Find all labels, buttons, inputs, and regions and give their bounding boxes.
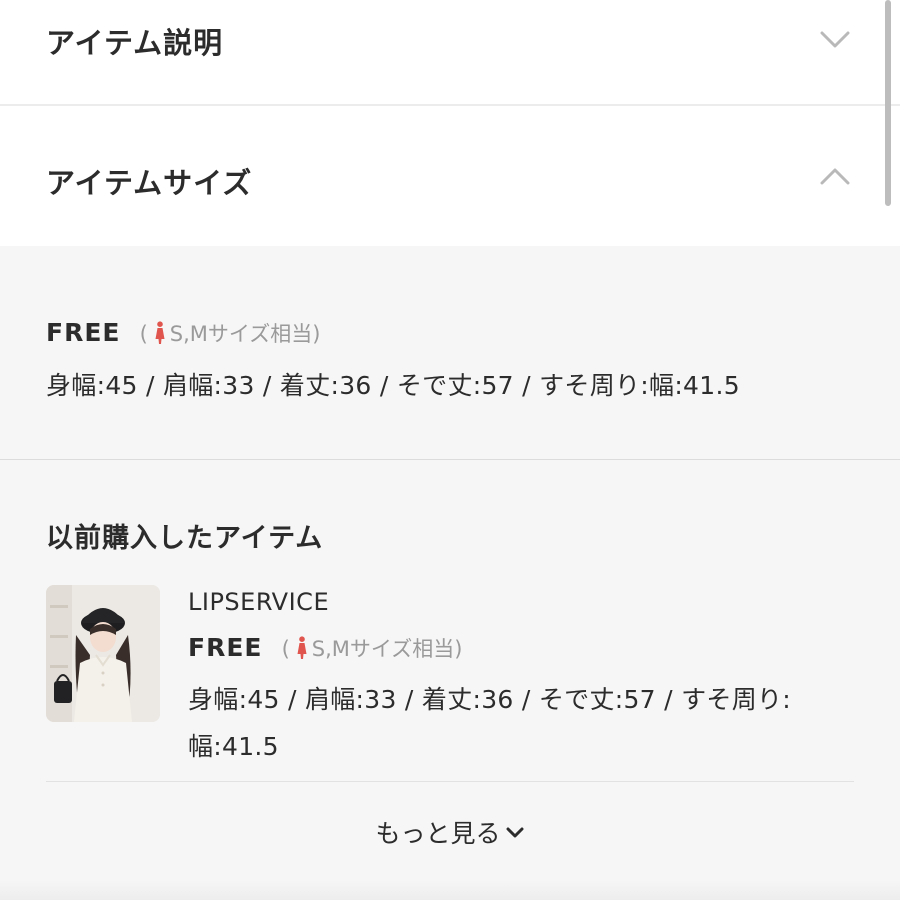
chevron-down-icon: [506, 827, 523, 838]
product-photo: [46, 585, 160, 722]
size-equivalent: (S,Mサイズ相当): [139, 321, 321, 346]
accordion-title-size: アイテムサイズ: [46, 166, 253, 200]
product-brand: LIPSERVICE: [188, 588, 330, 616]
product-measurements-line2: 幅:41.5: [188, 732, 279, 761]
size-label-row: FREE (S,Mサイズ相当): [46, 318, 320, 348]
product-thumbnail[interactable]: [46, 585, 160, 722]
show-more-link[interactable]: もっと見る: [0, 814, 900, 850]
person-icon: [297, 636, 307, 659]
product-measurements-line1: 身幅:45 / 肩幅:33 / 着丈:36 / そで丈:57 / すそ周り:: [188, 685, 792, 714]
product-size-row: FREE (S,Mサイズ相当): [188, 633, 462, 663]
scrollbar[interactable]: [885, 0, 891, 206]
accordion-item-size[interactable]: アイテムサイズ: [0, 108, 900, 246]
chevron-down-icon: [820, 31, 850, 48]
show-more-label: もっと見る: [375, 819, 501, 848]
divider: [0, 459, 900, 460]
size-panel: FREE (S,Mサイズ相当) 身幅:45 / 肩幅:33 / 着丈:36 / …: [0, 246, 900, 900]
accordion-item-description[interactable]: アイテム説明: [0, 0, 900, 106]
bottom-edge: [0, 880, 900, 900]
divider: [46, 781, 854, 782]
size-measurements: 身幅:45 / 肩幅:33 / 着丈:36 / そで丈:57 / すそ周り:幅:…: [46, 371, 740, 400]
previous-items-title: 以前購入したアイテム: [46, 523, 324, 554]
page: アイテム説明 アイテムサイズ FREE (S,Mサイズ相当) 身幅:45 / 肩…: [0, 0, 900, 900]
size-name: FREE: [46, 318, 121, 347]
product-size-name: FREE: [188, 633, 263, 662]
product-size-equivalent: (S,Mサイズ相当): [281, 636, 463, 661]
accordion-title-description: アイテム説明: [46, 26, 224, 60]
chevron-up-icon: [820, 168, 850, 185]
person-icon: [155, 321, 165, 344]
